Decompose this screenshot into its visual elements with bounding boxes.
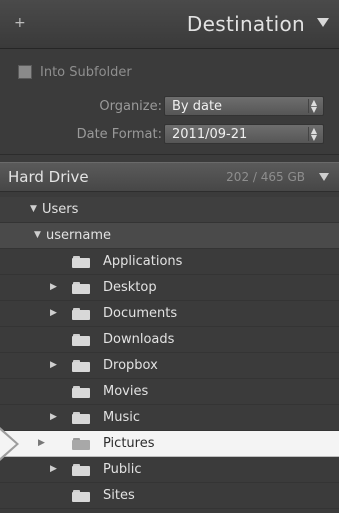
tree-item-label: Documents (103, 306, 178, 321)
drive-space: 202 / 465 GB (226, 170, 305, 184)
tree-item-label: Applications (103, 254, 183, 269)
tree-item-label: Sites (103, 488, 135, 503)
into-subfolder-row[interactable]: Into Subfolder (18, 62, 132, 82)
tree-item-sites[interactable]: Sites (0, 483, 339, 509)
folder-icon (72, 256, 90, 268)
disclosure-triangle-icon[interactable]: ▶ (50, 412, 57, 422)
disclosure-triangle-icon[interactable]: ▼ (30, 204, 37, 214)
destination-panel: + Destination Into Subfolder Organize: B… (0, 0, 339, 513)
plus-icon[interactable]: + (14, 15, 26, 31)
folder-icon (72, 282, 90, 294)
date-format-value: 2011/09-21 (172, 127, 248, 142)
folder-icon (72, 438, 90, 450)
tree-item-label: username (46, 228, 111, 243)
tree-item-label: Music (103, 410, 140, 425)
tree-item-desktop[interactable]: ▶ Desktop (0, 275, 339, 301)
tree-item-pictures[interactable]: ▶ Pictures (0, 431, 339, 457)
tree-item-downloads[interactable]: Downloads (0, 327, 339, 353)
tree-item-label: Downloads (103, 332, 175, 347)
disclosure-triangle-icon[interactable]: ▶ (50, 308, 57, 318)
folder-icon (72, 334, 90, 346)
date-format-label: Date Format: (76, 127, 162, 142)
disclosure-triangle-icon[interactable]: ▶ (50, 360, 57, 370)
tree-item-label: Movies (103, 384, 149, 399)
folder-icon (72, 412, 90, 424)
tree-item-label: Pictures (103, 436, 155, 451)
folder-icon (72, 386, 90, 398)
tree-item-label: Desktop (103, 280, 157, 295)
tree-item-documents[interactable]: ▶ Documents (0, 301, 339, 327)
organize-label: Organize: (99, 99, 162, 114)
tree-item-label: Users (42, 202, 79, 217)
tree-item-label: Public (103, 462, 142, 477)
tree-item-movies[interactable]: Movies (0, 379, 339, 405)
tree-item-music[interactable]: ▶ Music (0, 405, 339, 431)
drive-menu-triangle-icon[interactable] (319, 173, 329, 181)
tree-item-dropbox[interactable]: ▶ Dropbox (0, 353, 339, 379)
date-format-select[interactable]: 2011/09-21 ▲ ▼ (164, 124, 324, 144)
drive-name: Hard Drive (8, 168, 89, 186)
disclosure-triangle-icon[interactable]: ▶ (50, 282, 57, 292)
folder-icon (72, 360, 90, 372)
panel-title: Destination (186, 12, 305, 36)
collapse-triangle-icon[interactable] (317, 18, 329, 27)
tree-item-public[interactable]: ▶ Public (0, 457, 339, 483)
subfolder-label: Into Subfolder (40, 64, 132, 80)
tree-item-users[interactable]: ▼ Users (0, 197, 339, 223)
folder-icon (72, 464, 90, 476)
stepper-arrows-icon: ▲ ▼ (308, 99, 319, 114)
stepper-arrows-icon: ▲ ▼ (308, 127, 319, 142)
tree-item-username[interactable]: ▼ username (0, 223, 339, 249)
panel-header[interactable]: + Destination (0, 0, 339, 49)
folder-icon (72, 490, 90, 502)
organize-value: By date (172, 99, 223, 114)
selection-pointer-icon (0, 430, 16, 458)
tree-item-applications[interactable]: Applications (0, 249, 339, 275)
organize-row: Organize: By date ▲ ▼ (0, 94, 339, 120)
organize-select[interactable]: By date ▲ ▼ (164, 96, 324, 116)
divider (0, 154, 339, 155)
disclosure-triangle-icon[interactable]: ▼ (34, 230, 41, 240)
disclosure-triangle-icon[interactable]: ▶ (50, 464, 57, 474)
disclosure-triangle-icon[interactable]: ▶ (38, 438, 45, 448)
folder-icon (72, 308, 90, 320)
date-format-row: Date Format: 2011/09-21 ▲ ▼ (0, 122, 339, 148)
hard-drive-header[interactable]: Hard Drive 202 / 465 GB (0, 162, 339, 192)
subfolder-checkbox[interactable] (18, 65, 32, 79)
tree-item-label: Dropbox (103, 358, 158, 373)
